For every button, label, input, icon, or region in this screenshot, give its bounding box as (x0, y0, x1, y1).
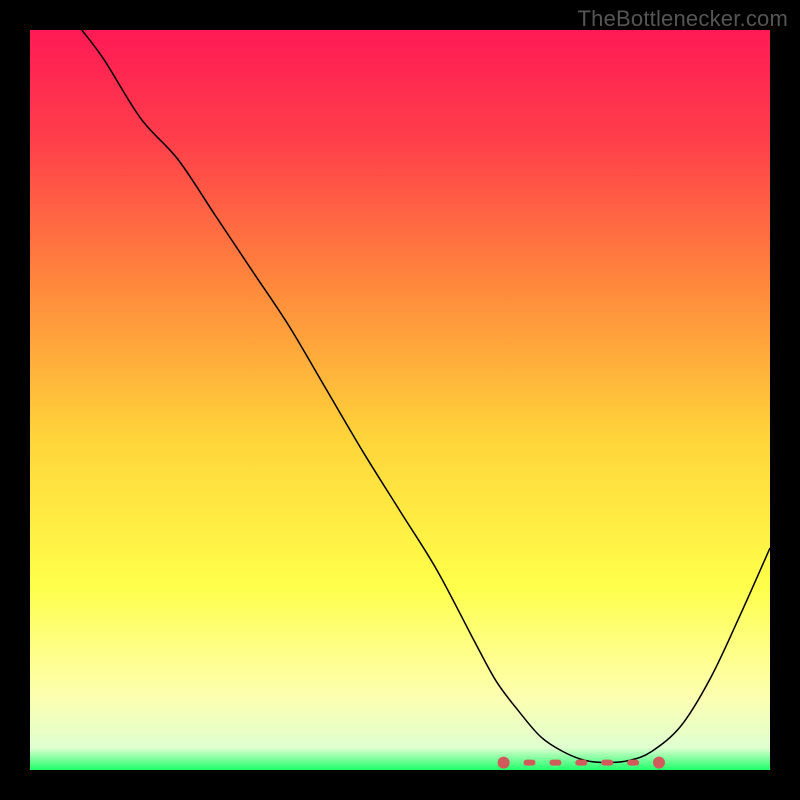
watermark-text: TheBottlenecker.com (578, 6, 788, 32)
plot-area (30, 30, 770, 770)
chart-background (30, 30, 770, 770)
chart-frame: TheBottlenecker.com (0, 0, 800, 800)
chart-svg (30, 30, 770, 770)
